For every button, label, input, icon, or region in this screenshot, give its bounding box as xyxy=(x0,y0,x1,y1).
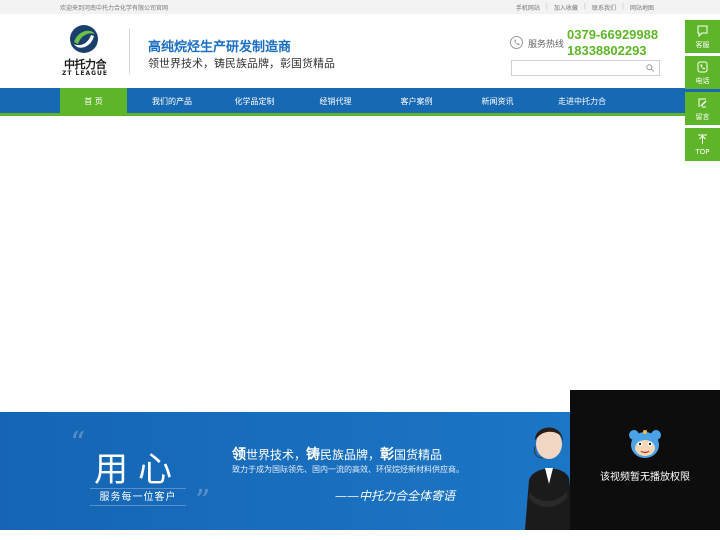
floating-service-bar: 客服 电话 留言 TOP xyxy=(685,20,720,164)
hotline-phone-2: 18338802293 xyxy=(567,43,647,58)
search-icon[interactable] xyxy=(646,64,654,72)
nav-item-products[interactable]: 我们的产品 xyxy=(133,88,211,116)
banner-big-text: 用心 xyxy=(94,450,182,490)
message-icon xyxy=(698,98,707,108)
open-quote-icon: “ xyxy=(70,426,86,461)
nav-item-news[interactable]: 新闻资讯 xyxy=(460,88,535,116)
banner-signature: ——中托力合全体寄语 xyxy=(335,489,456,503)
arrow-up-icon xyxy=(698,134,707,144)
contact-us-link[interactable]: 联系我们 xyxy=(586,3,622,12)
nav-item-cases[interactable]: 客户案例 xyxy=(379,88,454,116)
sitemap-link[interactable]: 网站地图 xyxy=(624,3,660,12)
mascot-icon xyxy=(629,430,661,458)
banner-line-2: 致力于成为国际领先、国内一流的高效、环保烷烃新材料供应商。 xyxy=(232,465,464,474)
banner-line-1-text-2: 民族品牌， xyxy=(320,448,381,462)
hero-slider-area xyxy=(0,119,720,412)
top-label: TOP xyxy=(695,148,710,156)
welcome-text: 欢迎来到河南中托力合化学有限公司官网 xyxy=(60,5,169,12)
main-nav: 首 页 我们的产品 化学品定制 经销代理 客户案例 新闻资讯 走进中托力合 xyxy=(0,88,720,116)
service-label: 客服 xyxy=(695,41,710,49)
banner-line-1-bold-3: 彰 xyxy=(380,447,395,463)
service-icon xyxy=(697,25,708,37)
back-to-top-button[interactable]: TOP xyxy=(685,128,720,161)
logo-mark-icon xyxy=(70,25,98,53)
close-quote-icon: ” xyxy=(195,484,211,519)
nav-item-home[interactable]: 首 页 xyxy=(60,88,127,116)
logo[interactable]: 中托力合 ZT LEAGUE xyxy=(58,24,112,80)
logo-en-text: ZT LEAGUE xyxy=(62,70,108,77)
video-player-popup[interactable]: 该视频暂无播放权限 xyxy=(570,390,720,530)
banner-line-1-bold-2: 铸 xyxy=(306,447,321,463)
nav-item-custom-chemicals[interactable]: 化学品定制 xyxy=(217,88,292,116)
service-button[interactable]: 客服 xyxy=(685,20,720,53)
header-divider xyxy=(129,28,130,74)
slogan-main: 高纯烷烃生产研发制造商 xyxy=(148,40,292,55)
top-bar: 欢迎来到河南中托力合化学有限公司官网 手机网站 | 加入收藏 | 联系我们 | … xyxy=(0,0,720,14)
slogan-sub: 领世界技术，铸民族品牌，彰国货精品 xyxy=(148,57,335,70)
search-input[interactable] xyxy=(511,60,660,76)
phone-icon xyxy=(510,36,523,49)
add-favorite-link[interactable]: 加入收藏 xyxy=(548,3,584,12)
top-links: 手机网站 | 加入收藏 | 联系我们 | 网站地图 xyxy=(510,3,660,12)
banner-line-1: 领世界技术，铸民族品牌，彰国货精品 xyxy=(232,444,442,464)
page-bottom-strip xyxy=(0,530,720,540)
phone-label: 电话 xyxy=(695,77,710,85)
hotline-label: 服务热线 xyxy=(528,40,565,50)
phone-icon xyxy=(697,61,708,73)
banner-serve-text: 服务每一位客户 xyxy=(90,488,186,506)
nav-item-about[interactable]: 走进中托力合 xyxy=(541,88,623,116)
video-permission-message: 该视频暂无播放权限 xyxy=(600,472,690,483)
message-label: 留言 xyxy=(695,113,710,121)
message-button[interactable]: 留言 xyxy=(685,92,720,125)
banner-line-1-text-1: 世界技术， xyxy=(246,448,307,462)
banner-line-1-text-3: 国货精品 xyxy=(394,448,443,462)
phone-button[interactable]: 电话 xyxy=(685,56,720,89)
hotline-phone-1: 0379-66929988 xyxy=(567,27,659,42)
mobile-site-link[interactable]: 手机网站 xyxy=(510,3,546,12)
nav-item-distribution[interactable]: 经销代理 xyxy=(298,88,373,116)
banner-line-1-bold-1: 领 xyxy=(232,447,246,463)
customer-service-agent-image xyxy=(525,427,575,530)
